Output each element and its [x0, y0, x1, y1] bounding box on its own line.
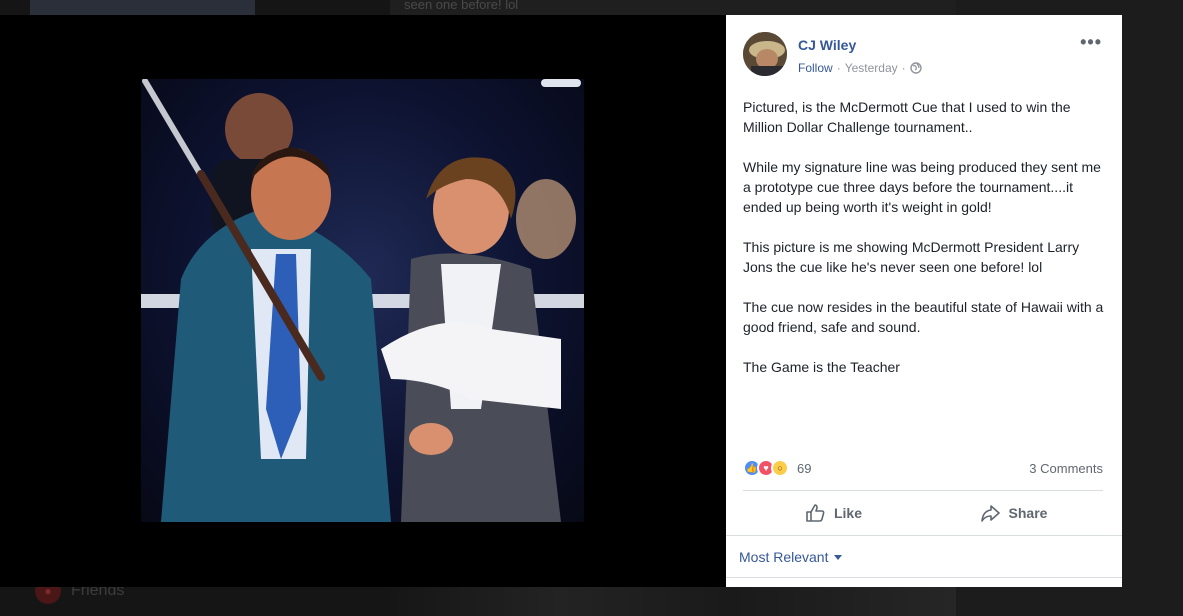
divider	[726, 535, 1122, 536]
sort-label: Most Relevant	[739, 549, 829, 565]
avatar[interactable]	[743, 32, 787, 76]
post-actions: Like Share	[743, 493, 1103, 533]
post-panel: CJ Wiley Follow · Yesterday · ••• Pictur…	[726, 15, 1122, 587]
post-paragraph: While my signature line was being produc…	[743, 159, 1101, 215]
meta-separator: ·	[836, 61, 841, 75]
background-thumbnail	[30, 0, 255, 15]
follow-link[interactable]: Follow	[798, 61, 833, 75]
post-header: CJ Wiley Follow · Yesterday · •••	[743, 32, 1105, 78]
avatar-image	[743, 32, 787, 76]
share-button[interactable]: Share	[923, 493, 1103, 533]
author-name[interactable]: CJ Wiley	[798, 37, 856, 53]
divider	[726, 577, 1122, 578]
post-timestamp[interactable]: Yesterday	[845, 61, 898, 75]
thumbs-up-icon	[806, 504, 825, 522]
post-paragraph: The cue now resides in the beautiful sta…	[743, 299, 1104, 335]
comment-sort-dropdown[interactable]: Most Relevant	[739, 549, 843, 565]
photo-viewer	[0, 15, 726, 587]
reaction-icons[interactable]: 👍 ♥ ○	[743, 459, 789, 477]
like-button[interactable]: Like	[743, 493, 923, 533]
background-feed-photo	[390, 586, 956, 616]
divider	[743, 490, 1103, 491]
comments-count-link[interactable]: 3 Comments	[1029, 461, 1103, 476]
caret-down-icon	[834, 554, 843, 560]
like-label: Like	[833, 505, 862, 521]
background-feed-snippet: seen one before! lol	[404, 0, 519, 12]
photo-illustration	[141, 79, 584, 522]
ellipsis-icon[interactable]: •••	[1080, 32, 1102, 53]
wow-reaction-icon: ○	[771, 459, 789, 477]
post-text: Pictured, is the McDermott Cue that I us…	[743, 97, 1105, 397]
globe-icon[interactable]	[909, 62, 922, 74]
reaction-count[interactable]: 69	[797, 461, 811, 476]
post-paragraph: This picture is me showing McDermott Pre…	[743, 239, 1080, 275]
post-paragraph: The Game is the Teacher	[743, 359, 900, 375]
post-paragraph: Pictured, is the McDermott Cue that I us…	[743, 99, 1071, 135]
post-photo[interactable]	[141, 79, 584, 522]
share-label: Share	[1008, 505, 1048, 521]
post-meta: Follow · Yesterday ·	[798, 61, 922, 75]
meta-separator: ·	[901, 61, 906, 75]
share-arrow-icon	[980, 505, 1000, 522]
reactions-bar: 👍 ♥ ○ 69 3 Comments	[743, 457, 1103, 479]
